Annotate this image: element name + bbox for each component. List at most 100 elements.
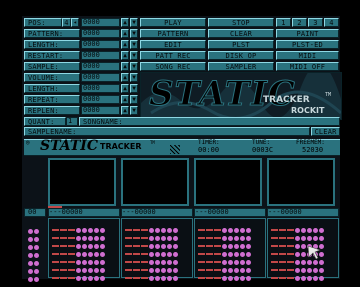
- plst-button[interactable]: PLST: [208, 40, 274, 49]
- track-toggle-2[interactable]: 2: [292, 18, 307, 27]
- samplename-field[interactable]: SAMPLENAME:: [24, 127, 310, 136]
- replen-up-arrow-icon[interactable]: ▲: [121, 106, 129, 115]
- pattern-down-arrow-icon[interactable]: ▼: [130, 29, 138, 38]
- track-toggle-3[interactable]: 3: [308, 18, 323, 27]
- songname-field[interactable]: SONGNAME:: [79, 117, 340, 126]
- note-dash: [287, 276, 294, 279]
- disk-op-button[interactable]: DISK OP: [208, 51, 274, 60]
- label-pattern: PATTERN:: [24, 29, 80, 38]
- value-dot: [222, 276, 227, 281]
- timer-label: TIMER:: [198, 139, 220, 146]
- freemem-value: 52030: [302, 146, 324, 154]
- track-3-lane[interactable]: [194, 218, 266, 281]
- value-dot: [155, 276, 160, 281]
- note-dash: [125, 276, 132, 279]
- value-dot: [234, 276, 239, 281]
- track-4-lane[interactable]: [267, 218, 339, 281]
- note-dash: [133, 276, 140, 279]
- disk-activity-icon: [170, 145, 180, 154]
- pattern-value[interactable]: 0000: [81, 29, 120, 38]
- length-up-arrow-icon[interactable]: ▲: [121, 40, 129, 49]
- patt-rec-button[interactable]: PATT REC: [140, 51, 206, 60]
- song-rec-button[interactable]: SONG REC: [140, 62, 206, 71]
- value-dot: [246, 276, 251, 281]
- freemem-label: FREEMEM:: [296, 139, 325, 146]
- restart-value[interactable]: 0000: [81, 51, 120, 60]
- pos-left-arrow-icon[interactable]: ◂: [71, 18, 79, 27]
- repeat-down-arrow-icon[interactable]: ▼: [130, 95, 138, 104]
- sample-value[interactable]: 0000: [81, 62, 120, 71]
- samplename-clear-button[interactable]: CLEAR: [311, 127, 340, 136]
- volume-up-arrow-icon[interactable]: ▲: [121, 73, 129, 82]
- scope-track-4: [267, 158, 335, 206]
- midi-off-button[interactable]: MIDI OFF: [276, 62, 339, 71]
- row-dots: [28, 228, 46, 242]
- restart-down-arrow-icon[interactable]: ▼: [130, 51, 138, 60]
- length-value[interactable]: 0000: [81, 40, 120, 49]
- length-down-arrow-icon[interactable]: ▼: [130, 40, 138, 49]
- note-dash: [271, 276, 278, 279]
- empty-pattern-row: [122, 235, 192, 249]
- track-4-current-cell[interactable]: ---00000: [267, 208, 339, 217]
- repeat-value[interactable]: 0000: [81, 95, 120, 104]
- pattern-button[interactable]: PATTERN: [140, 29, 206, 38]
- track-toggle-1[interactable]: 1: [276, 18, 291, 27]
- sample-up-arrow-icon[interactable]: ▲: [121, 62, 129, 71]
- value-dot: [94, 276, 99, 281]
- scope-track-2: [121, 158, 189, 206]
- quant-value[interactable]: 1: [66, 117, 78, 126]
- volume-value[interactable]: 0000: [81, 73, 120, 82]
- empty-pattern-row: [195, 219, 265, 233]
- timer-value: 00:00: [198, 146, 220, 154]
- value-dot: [240, 276, 245, 281]
- edit-button[interactable]: EDIT: [140, 40, 206, 49]
- stop-button[interactable]: STOP: [208, 18, 274, 27]
- replen-value[interactable]: 0000: [81, 106, 120, 115]
- value-dot: [313, 276, 318, 281]
- mouse-pointer-icon: [307, 245, 321, 260]
- empty-pattern-row: [122, 227, 192, 241]
- replen-down-arrow-icon[interactable]: ▼: [130, 106, 138, 115]
- label-length: LENGTH:: [24, 40, 80, 49]
- note-dash: [214, 276, 221, 279]
- sample-length-value[interactable]: 0000: [81, 84, 120, 93]
- empty-pattern-row: [195, 243, 265, 257]
- empty-pattern-row: [195, 267, 265, 281]
- row-marker-button[interactable]: 4: [62, 18, 71, 27]
- sample-length-up-arrow-icon[interactable]: ▲: [121, 84, 129, 93]
- pos-value[interactable]: 0000: [81, 18, 120, 27]
- sampler-button[interactable]: SAMPLER: [208, 62, 274, 71]
- row-dot: [34, 277, 39, 282]
- track-1-lane[interactable]: [48, 218, 120, 281]
- restart-up-arrow-icon[interactable]: ▲: [121, 51, 129, 60]
- row-dots: [28, 268, 46, 282]
- logo-static-text: STATIC: [149, 74, 296, 114]
- row-dots: [28, 252, 46, 266]
- sample-down-arrow-icon[interactable]: ▼: [130, 62, 138, 71]
- track-2-current-cell[interactable]: ---00000: [121, 208, 193, 217]
- label-sample-length: LENGTH:: [24, 84, 80, 93]
- pos-up-arrow-icon[interactable]: ▲: [121, 18, 129, 27]
- pattern-up-arrow-icon[interactable]: ▲: [121, 29, 129, 38]
- empty-pattern-row: [268, 259, 338, 273]
- empty-pattern-row: [49, 251, 119, 265]
- play-button[interactable]: PLAY: [140, 18, 206, 27]
- row-dots: [28, 260, 46, 274]
- clear-button[interactable]: CLEAR: [208, 29, 274, 38]
- sample-length-down-arrow-icon[interactable]: ▼: [130, 84, 138, 93]
- pos-down-arrow-icon[interactable]: ▼: [130, 18, 138, 27]
- plst-ed-button[interactable]: PLST-ED: [276, 40, 339, 49]
- logo-tracker-text: TRACKER: [263, 95, 310, 105]
- track-2-lane[interactable]: [121, 218, 193, 281]
- value-dot: [82, 276, 87, 281]
- volume-down-arrow-icon[interactable]: ▼: [130, 73, 138, 82]
- track-1-current-cell[interactable]: ---00000: [48, 208, 120, 217]
- repeat-up-arrow-icon[interactable]: ▲: [121, 95, 129, 104]
- track-3-current-cell[interactable]: ---00000: [194, 208, 266, 217]
- label-restart: RESTART:: [24, 51, 80, 60]
- midi-button[interactable]: MIDI: [276, 51, 339, 60]
- empty-pattern-row: [49, 243, 119, 257]
- track-toggle-4[interactable]: 4: [324, 18, 339, 27]
- row-number-column: [28, 220, 46, 282]
- paint-button[interactable]: PAINT: [276, 29, 339, 38]
